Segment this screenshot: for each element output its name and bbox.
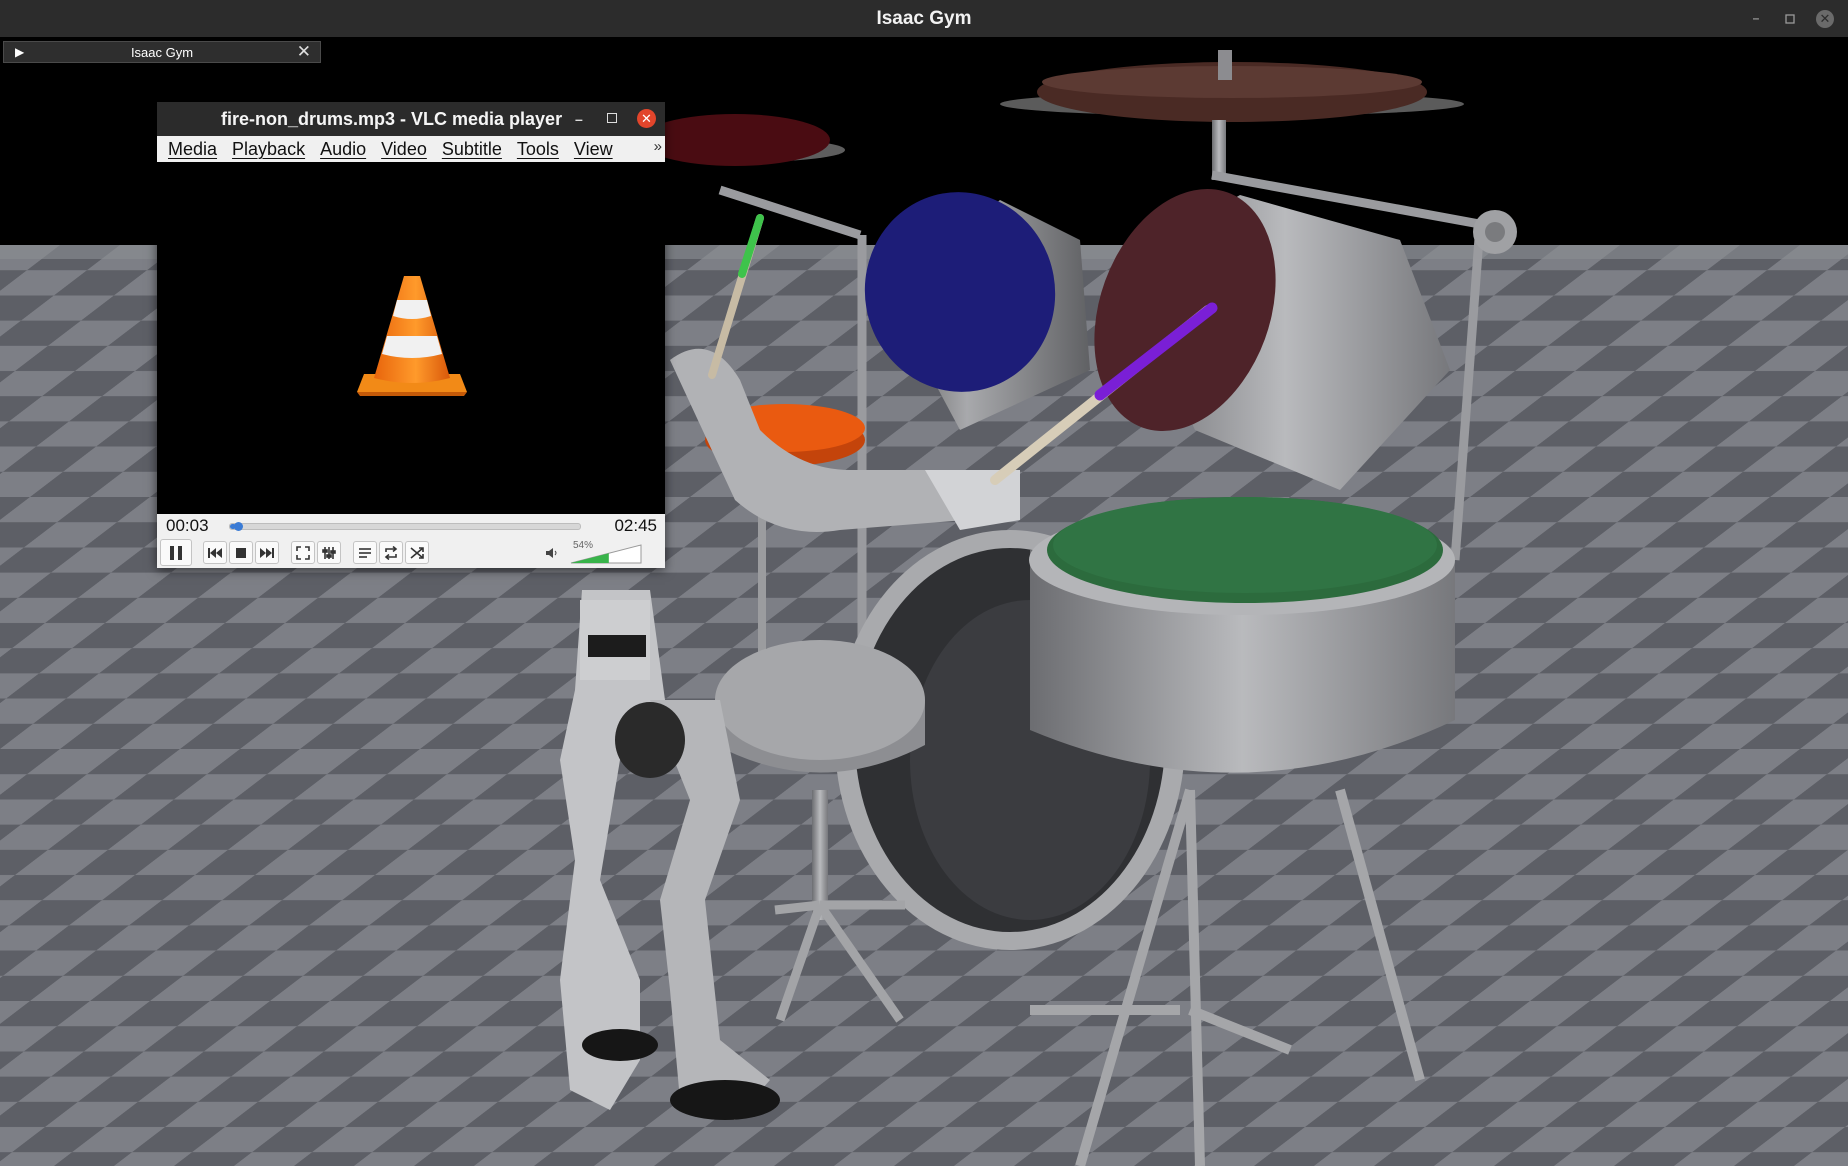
loop-icon [384,545,398,560]
close-icon[interactable]: ✕ [1816,9,1834,28]
isaac-gym-panel-label: Isaac Gym [130,45,194,60]
playlist-button[interactable] [353,541,377,564]
isaac-gym-panel[interactable]: ▶ Isaac Gym ✕ [3,41,321,63]
next-button[interactable] [255,541,279,564]
extended-settings-icon [322,546,336,559]
close-icon[interactable]: ✕ [637,109,656,128]
playlist-icon [359,547,371,558]
volume-icon[interactable] [545,547,559,559]
previous-icon [208,547,222,558]
menu-video[interactable]: Video [381,139,427,160]
vlc-cone-icon [357,276,467,396]
pause-icon [170,545,182,560]
vlc-title: fire-non_drums.mp3 - VLC media player [221,109,563,129]
fullscreen-icon [296,545,310,560]
next-icon [260,547,274,558]
vlc-titlebar[interactable]: fire-non_drums.mp3 - VLC media player – … [157,102,665,136]
stop-button[interactable] [229,541,253,564]
vlc-window[interactable]: fire-non_drums.mp3 - VLC media player – … [157,102,665,568]
maximize-icon[interactable] [1782,11,1798,27]
close-icon[interactable]: ✕ [297,42,311,62]
seek-bar-handle[interactable] [234,522,244,531]
seek-bar[interactable] [229,522,581,531]
loop-button[interactable] [379,541,403,564]
menu-subtitle[interactable]: Subtitle [442,139,502,160]
stop-icon [236,547,246,558]
menu-audio[interactable]: Audio [320,139,366,160]
time-elapsed: 00:03 [166,516,209,535]
shuffle-button[interactable] [405,541,429,564]
window-controls: – ✕ [1748,0,1834,37]
vlc-controls: 54% [157,537,665,568]
shuffle-icon [410,546,424,559]
minimize-icon[interactable]: – [575,102,583,136]
window-titlebar: Isaac Gym – ✕ [0,0,1848,37]
fullscreen-button[interactable] [291,541,315,564]
vlc-video-area[interactable] [157,162,665,514]
extended-settings-button[interactable] [317,541,341,564]
menu-more-chevron-icon[interactable]: » [654,138,662,155]
menu-tools[interactable]: Tools [517,139,559,160]
menu-playback[interactable]: Playback [232,139,305,160]
time-total: 02:45 [614,516,657,535]
menu-media[interactable]: Media [168,139,217,160]
window-title: Isaac Gym [876,8,972,29]
previous-button[interactable] [203,541,227,564]
menu-view[interactable]: View [574,139,613,160]
vlc-seek-row: 00:03 02:45 [157,514,665,537]
vlc-menubar: Media Playback Audio Video Subtitle Tool… [157,136,665,162]
volume-slider[interactable] [569,543,643,565]
minimize-icon[interactable]: – [1748,11,1764,27]
pause-button[interactable] [160,539,192,566]
maximize-icon[interactable] [607,113,617,123]
